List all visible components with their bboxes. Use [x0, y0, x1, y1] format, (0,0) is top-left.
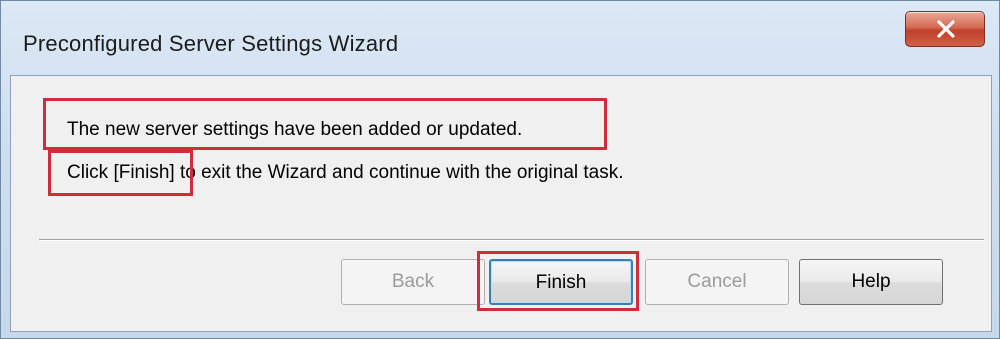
wizard-body: The new server settings have been added …	[10, 75, 992, 332]
message-line-2: Click [Finish] to exit the Wizard and co…	[67, 162, 624, 183]
close-button[interactable]	[905, 11, 985, 47]
window-title: Preconfigured Server Settings Wizard	[23, 31, 399, 56]
help-button[interactable]: Help	[799, 259, 943, 305]
wizard-window: Preconfigured Server Settings Wizard The…	[0, 0, 1000, 339]
cancel-button[interactable]: Cancel	[645, 259, 789, 305]
separator	[39, 239, 984, 241]
close-icon	[937, 20, 955, 38]
title-bar: Preconfigured Server Settings Wizard	[1, 1, 1000, 75]
back-button[interactable]: Back	[341, 259, 485, 305]
finish-button[interactable]: Finish	[489, 259, 633, 305]
message-line-1: The new server settings have been added …	[67, 119, 523, 140]
